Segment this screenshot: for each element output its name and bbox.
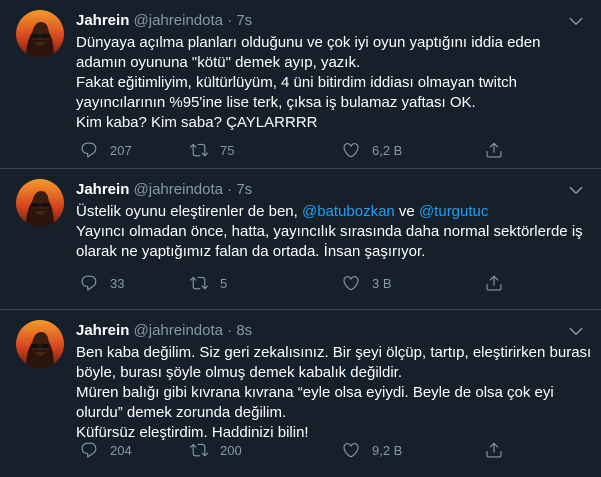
- text-segment: Üstelik oyunu eleştirenler de ben,: [76, 203, 302, 220]
- tweet-line: yayıncılarının %95'ine lise terk, çıksa …: [76, 94, 476, 111]
- like-button[interactable]: 9,2 B: [342, 440, 402, 460]
- share-icon: [485, 441, 503, 459]
- like-count: 3 B: [372, 275, 392, 291]
- mention-link[interactable]: @batubozkan: [302, 203, 395, 220]
- avatar[interactable]: [16, 179, 64, 227]
- reply-count: 207: [110, 142, 132, 158]
- avatar[interactable]: [16, 10, 64, 58]
- reply-icon: [80, 141, 98, 159]
- timestamp[interactable]: 7s: [236, 181, 252, 198]
- share-button[interactable]: [485, 273, 503, 293]
- tweet-line: Yayıncı olmadan önce, hatta, yayıncılık …: [76, 223, 583, 240]
- retweet-button[interactable]: 5: [190, 273, 227, 293]
- tweet-line: Üstelik oyunu eleştirenler de ben, @batu…: [76, 202, 591, 222]
- chevron-down-icon[interactable]: [567, 181, 585, 199]
- mention-link[interactable]: @turgutuc: [419, 203, 488, 220]
- like-count: 6,2 B: [372, 142, 403, 158]
- retweet-count: 75: [220, 142, 235, 158]
- timestamp[interactable]: 8s: [236, 322, 252, 339]
- retweet-button[interactable]: 75: [190, 140, 234, 160]
- author-name[interactable]: Jahrein: [76, 322, 129, 339]
- tweet-header: Jahrein @jahreindota · 7s: [76, 11, 561, 31]
- tweet-line: Ben kaba değilim. Siz geri zekalısınız. …: [76, 344, 592, 361]
- heart-icon: [342, 141, 360, 159]
- tweet-header: Jahrein @jahreindota · 8s: [76, 321, 561, 341]
- author-name[interactable]: Jahrein: [76, 181, 129, 198]
- tweet-actions: 204 200 9,2 B: [76, 440, 516, 460]
- retweet-button[interactable]: 200: [190, 440, 242, 460]
- tweet-actions: 33 5 3 B: [76, 273, 516, 293]
- like-count: 9,2 B: [372, 442, 403, 458]
- tweet-text: Dünyaya açılma planları olduğunu ve çok …: [76, 33, 591, 133]
- retweet-icon: [190, 441, 208, 459]
- author-handle[interactable]: @jahreindota: [134, 181, 223, 198]
- share-icon: [485, 274, 503, 292]
- retweet-count: 5: [220, 275, 228, 291]
- share-icon: [485, 141, 503, 159]
- chevron-down-icon[interactable]: [567, 12, 585, 30]
- reply-button[interactable]: 204: [80, 440, 132, 460]
- tweet-line: adamın oyununa "kötü" demek ayıp, yazık.: [76, 54, 361, 71]
- tweet-line: olurdu” demek zorunda değilim.: [76, 404, 287, 421]
- reply-count: 33: [110, 275, 125, 291]
- tweet[interactable]: Jahrein @jahreindota · 8s Ben kaba değil…: [0, 310, 601, 477]
- chevron-down-icon[interactable]: [567, 322, 585, 340]
- retweet-icon: [190, 274, 208, 292]
- tweet-text: Ben kaba değilim. Siz geri zekalısınız. …: [76, 343, 591, 443]
- tweet-line: böyle, burası şöyle olmuş demek kabalık …: [76, 364, 403, 381]
- like-button[interactable]: 3 B: [342, 273, 392, 293]
- timestamp[interactable]: 7s: [236, 12, 252, 29]
- tweet-line: Dünyaya açılma planları olduğunu ve çok …: [76, 34, 541, 51]
- tweet-line: Müren balığı gibi kıvrana kıvrana “eyle …: [76, 384, 554, 401]
- text-segment: ve: [394, 203, 419, 220]
- tweet-line: Kim kaba? Kim saba? ÇAYLARRRR: [76, 114, 318, 131]
- share-button[interactable]: [485, 140, 503, 160]
- tweet[interactable]: Jahrein @jahreindota · 7s Dünyaya açılma…: [0, 0, 601, 169]
- reply-count: 204: [110, 442, 132, 458]
- tweet-header: Jahrein @jahreindota · 7s: [76, 180, 561, 200]
- heart-icon: [342, 274, 360, 292]
- share-button[interactable]: [485, 440, 503, 460]
- heart-icon: [342, 441, 360, 459]
- tweet-text: Üstelik oyunu eleştirenler de ben, @batu…: [76, 202, 591, 262]
- retweet-icon: [190, 141, 208, 159]
- tweet[interactable]: Jahrein @jahreindota · 7s Üstelik oyunu …: [0, 169, 601, 310]
- like-button[interactable]: 6,2 B: [342, 140, 402, 160]
- tweet-line: Fakat eğitimliyim, kültürlüyüm, 4 üni bi…: [76, 74, 517, 91]
- author-handle[interactable]: @jahreindota: [134, 12, 223, 29]
- separator: ·: [227, 181, 233, 198]
- reply-button[interactable]: 33: [80, 273, 124, 293]
- avatar[interactable]: [16, 320, 64, 368]
- reply-icon: [80, 441, 98, 459]
- separator: ·: [227, 12, 233, 29]
- author-handle[interactable]: @jahreindota: [134, 322, 223, 339]
- tweet-line: olarak ne yaptığımız falan da ortada. İn…: [76, 243, 426, 260]
- author-name[interactable]: Jahrein: [76, 12, 129, 29]
- retweet-count: 200: [220, 442, 242, 458]
- reply-icon: [80, 274, 98, 292]
- tweet-actions: 207 75 6,2 B: [76, 140, 516, 160]
- reply-button[interactable]: 207: [80, 140, 132, 160]
- separator: ·: [227, 322, 233, 339]
